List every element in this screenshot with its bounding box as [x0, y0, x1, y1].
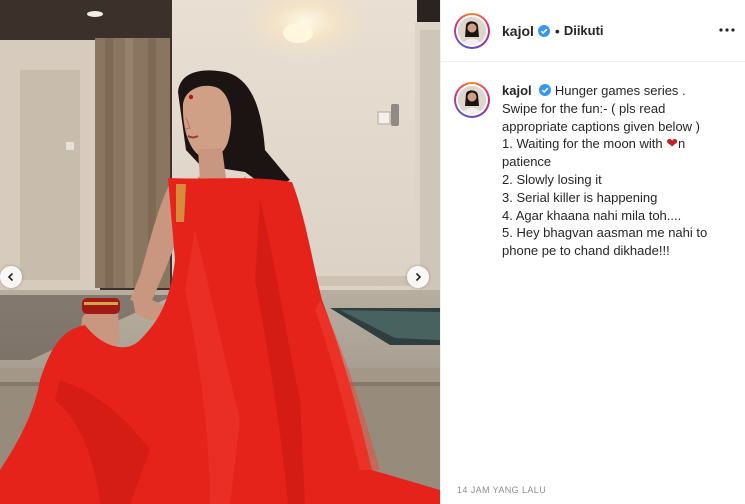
post-side-panel: kajol • Diikuti kajol Hunger games serie…	[440, 0, 745, 504]
chevron-right-icon	[415, 272, 422, 282]
caption-line: 4. Agar khaana nahi mila toh....	[502, 207, 682, 223]
caption-lead: Hunger games series . Swipe for the fun:…	[502, 83, 701, 134]
more-options-button[interactable]	[717, 20, 737, 40]
post-header: kajol • Diikuti	[441, 0, 745, 62]
carousel-prev-button[interactable]	[0, 266, 22, 288]
verified-badge-icon	[537, 24, 550, 37]
caption-line-text: 1. Waiting for the moon with	[502, 136, 667, 152]
post-timestamp[interactable]: 14 JAM YANG LALU	[457, 485, 546, 495]
caption-line: 1. Waiting for the moon with ❤n patience	[502, 135, 722, 171]
caption-text: kajol Hunger games series . Swipe for th…	[502, 82, 722, 260]
username[interactable]: kajol	[502, 23, 534, 39]
avatar[interactable]	[454, 12, 490, 49]
caption-line: 2. Slowly losing it	[502, 171, 602, 187]
following-button[interactable]: Diikuti	[564, 23, 604, 38]
photo-illustration	[0, 0, 440, 504]
caption-avatar[interactable]	[454, 82, 490, 118]
chevron-left-icon	[7, 272, 14, 282]
heart-emoji-icon: ❤	[666, 135, 678, 152]
caption-username[interactable]: kajol	[502, 83, 532, 98]
post-photo[interactable]	[0, 0, 440, 504]
verified-badge-icon	[539, 84, 552, 96]
more-options-icon	[719, 28, 735, 32]
separator-dot: •	[554, 22, 560, 39]
carousel-next-button[interactable]	[407, 266, 429, 288]
caption: kajol Hunger games series . Swipe for th…	[441, 62, 745, 260]
caption-line: 5. Hey bhagvan aasman me nahi to phone p…	[502, 225, 708, 259]
avatar-image	[458, 16, 486, 45]
avatar-image	[458, 86, 486, 114]
caption-line: 3. Serial killer is happening	[502, 189, 658, 205]
